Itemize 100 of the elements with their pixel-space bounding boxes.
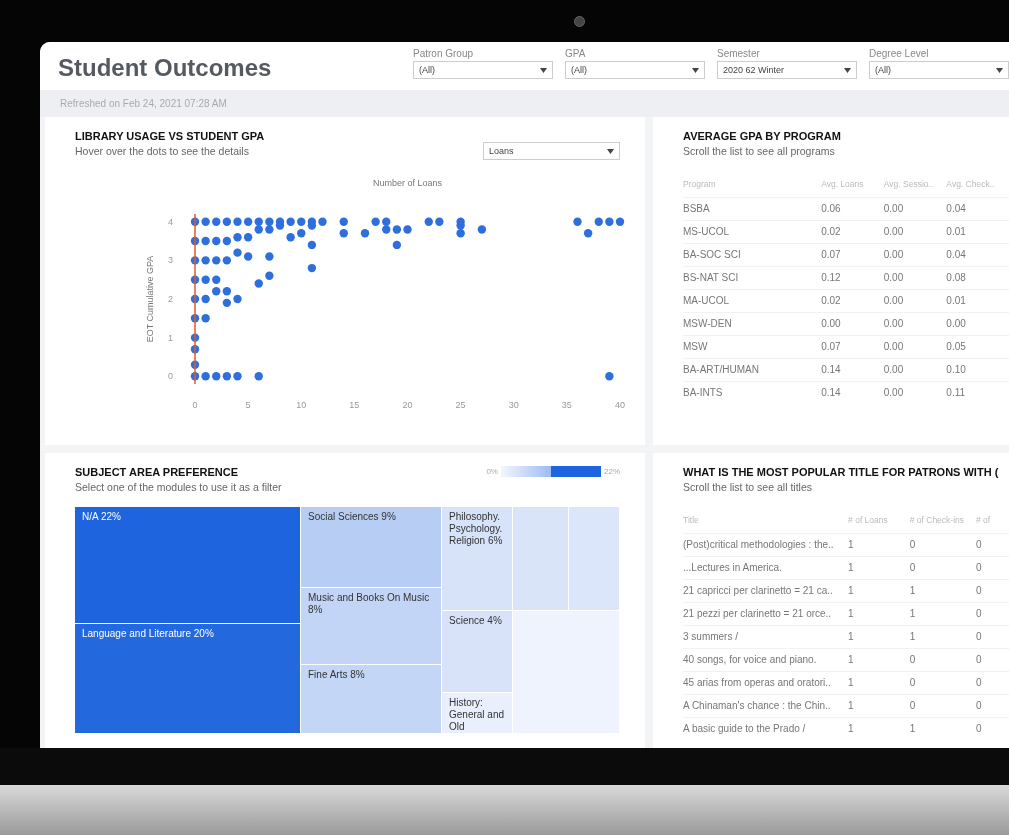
data-point[interactable] — [233, 294, 242, 304]
data-point[interactable] — [212, 275, 221, 284]
data-point[interactable] — [212, 287, 221, 296]
data-point[interactable] — [190, 333, 200, 342]
table-cell: 1 — [848, 694, 910, 718]
data-point[interactable] — [254, 225, 263, 234]
data-point[interactable] — [212, 236, 221, 246]
data-point[interactable] — [382, 225, 391, 234]
data-point[interactable] — [360, 229, 370, 238]
data-point[interactable] — [190, 314, 200, 323]
data-point[interactable] — [594, 217, 603, 226]
table-cell: 0.14 — [821, 381, 884, 404]
data-point[interactable] — [254, 279, 263, 288]
data-point[interactable] — [254, 372, 263, 381]
table-cell: 0.01 — [946, 289, 1009, 313]
data-point[interactable] — [190, 294, 200, 304]
data-point[interactable] — [233, 372, 242, 381]
data-point[interactable] — [254, 217, 263, 226]
data-point[interactable] — [243, 252, 253, 261]
data-point[interactable] — [392, 240, 402, 250]
table-cell: 1 — [909, 602, 976, 626]
data-point[interactable] — [371, 217, 380, 226]
data-point[interactable] — [286, 217, 295, 226]
data-point[interactable] — [307, 240, 317, 250]
data-point[interactable] — [477, 225, 487, 234]
data-point[interactable] — [456, 229, 465, 238]
data-point[interactable] — [286, 233, 295, 242]
data-point[interactable] — [275, 221, 285, 230]
data-point[interactable] — [233, 217, 242, 226]
data-point[interactable] — [201, 217, 210, 226]
data-point[interactable] — [382, 217, 391, 226]
measure-dropdown[interactable]: Loans — [483, 142, 620, 160]
data-point[interactable] — [403, 225, 412, 234]
data-point[interactable] — [265, 252, 274, 261]
data-point[interactable] — [212, 217, 221, 226]
data-point[interactable] — [297, 229, 306, 238]
treemap-tile[interactable]: Social Sciences 9% — [301, 507, 441, 587]
filter-dropdown[interactable]: (All) — [565, 61, 705, 79]
data-point[interactable] — [339, 229, 348, 238]
data-point[interactable] — [456, 221, 465, 230]
data-point[interactable] — [265, 217, 274, 226]
data-point[interactable] — [583, 229, 593, 238]
data-point[interactable] — [190, 217, 200, 226]
data-point[interactable] — [190, 372, 200, 381]
data-point[interactable] — [212, 256, 221, 265]
data-point[interactable] — [318, 217, 327, 226]
treemap-tile[interactable]: Music and Books On Music 8% — [301, 588, 441, 664]
treemap-tile[interactable]: History: General and Old — [442, 693, 512, 733]
data-point[interactable] — [392, 225, 402, 234]
data-point[interactable] — [222, 236, 232, 246]
data-point[interactable] — [265, 225, 274, 234]
data-point[interactable] — [201, 294, 210, 304]
data-point[interactable] — [339, 217, 348, 226]
treemap-tile[interactable] — [513, 611, 619, 733]
data-point[interactable] — [573, 217, 582, 226]
data-point[interactable] — [201, 372, 210, 381]
data-point[interactable] — [222, 217, 232, 226]
data-point[interactable] — [233, 248, 242, 257]
treemap-tile[interactable] — [513, 507, 568, 610]
data-point[interactable] — [297, 217, 306, 226]
data-point[interactable] — [615, 217, 625, 226]
data-point[interactable] — [201, 256, 210, 265]
treemap-tile[interactable] — [569, 507, 619, 610]
data-point[interactable] — [233, 233, 242, 242]
column-header: # of Check-ins — [909, 515, 976, 534]
data-point[interactable] — [190, 360, 200, 369]
treemap-tile[interactable]: Language and Literature 20% — [75, 624, 300, 733]
data-point[interactable] — [212, 372, 221, 381]
table-cell: BS-NAT SCI — [683, 266, 822, 290]
column-header: # of Loans — [848, 515, 910, 534]
data-point[interactable] — [190, 345, 200, 354]
filter-dropdown[interactable]: (All) — [869, 61, 1009, 79]
data-point[interactable] — [435, 217, 444, 226]
data-point[interactable] — [190, 256, 200, 265]
treemap-tile[interactable]: Science 4% — [442, 611, 512, 692]
filter-dropdown[interactable]: (All) — [413, 61, 553, 79]
data-point[interactable] — [307, 221, 317, 230]
filter-dropdown[interactable]: 2020 62 Winter — [717, 61, 857, 79]
data-point[interactable] — [222, 256, 232, 265]
table-cell: 0 — [975, 579, 1009, 603]
table-cell: 0.06 — [821, 197, 884, 221]
data-point[interactable] — [222, 287, 232, 296]
data-point[interactable] — [201, 314, 210, 323]
data-point[interactable] — [201, 275, 210, 284]
data-point[interactable] — [605, 217, 614, 226]
data-point[interactable] — [222, 298, 232, 308]
data-point[interactable] — [190, 236, 200, 246]
treemap-tile[interactable]: N/A 22% — [75, 507, 300, 623]
data-point[interactable] — [243, 233, 253, 242]
treemap-tile[interactable]: Philosophy. Psychology. Religion 6% — [442, 507, 512, 610]
table-cell: 0.02 — [821, 289, 884, 313]
data-point[interactable] — [201, 236, 210, 246]
data-point[interactable] — [243, 217, 253, 226]
data-point[interactable] — [605, 372, 614, 381]
data-point[interactable] — [307, 263, 317, 273]
treemap-tile[interactable]: Fine Arts 8% — [301, 665, 441, 733]
data-point[interactable] — [265, 271, 274, 280]
data-point[interactable] — [190, 275, 200, 284]
data-point[interactable] — [424, 217, 433, 226]
data-point[interactable] — [222, 372, 232, 381]
